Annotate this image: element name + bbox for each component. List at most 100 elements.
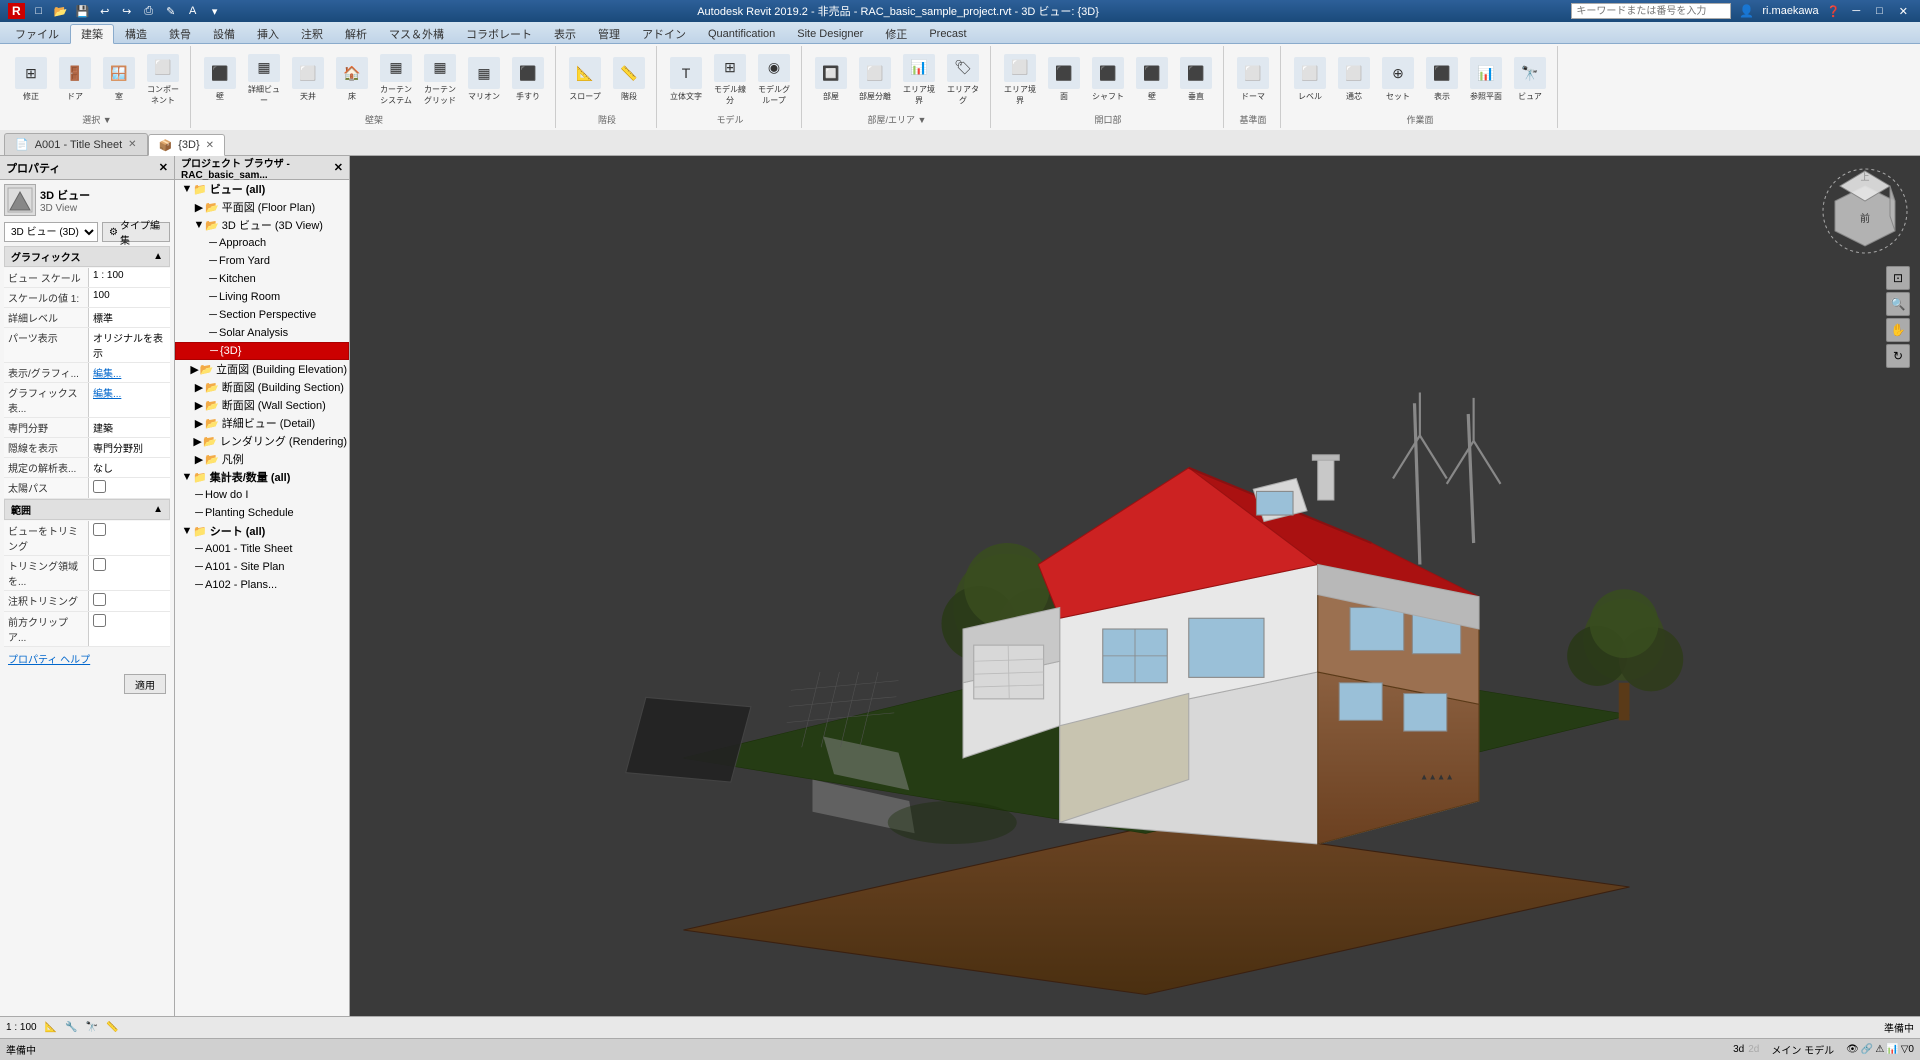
apply-btn[interactable]: 適用	[124, 674, 166, 694]
graphics-category[interactable]: グラフィックス ▲	[4, 246, 170, 267]
tab-解析[interactable]: 解析	[334, 23, 378, 43]
tab-挿入[interactable]: 挿入	[246, 23, 290, 43]
tree-a101[interactable]: ─ A101 - Site Plan	[175, 558, 349, 576]
tab-Precast[interactable]: Precast	[918, 23, 977, 43]
ribbon-btn-床[interactable]: 🏠床	[331, 51, 373, 109]
ribbon-btn-室[interactable]: 🪟室	[98, 51, 140, 109]
maximize-btn[interactable]: □	[1872, 5, 1887, 17]
zoom-to-fit-btn[interactable]: ⊡	[1886, 266, 1910, 290]
tree-wallsection[interactable]: ▶ 📂 断面図 (Wall Section)	[175, 396, 349, 414]
qa-open[interactable]: 📂	[51, 2, 71, 20]
ribbon-btn-壁[interactable]: ⬛壁	[199, 51, 241, 109]
ribbon-btn-セット[interactable]: ⊕セット	[1377, 51, 1419, 109]
ribbon-btn-コンポーネント[interactable]: ⬜コンポーネント	[142, 51, 184, 109]
tree-3dview[interactable]: ▼ 📂 3D ビュー (3D View)	[175, 216, 349, 234]
ribbon-btn-面[interactable]: ⬛面	[1043, 51, 1085, 109]
prop-value[interactable]: 100	[89, 288, 170, 307]
ribbon-btn-部屋[interactable]: 🔲部屋	[810, 51, 852, 109]
qa-measure[interactable]: ✎	[161, 2, 181, 20]
tab-設備[interactable]: 設備	[202, 23, 246, 43]
tab-ファイル[interactable]: ファイル	[4, 23, 70, 43]
tree-views-root[interactable]: ▼ 📁 ビュー (all)	[175, 180, 349, 198]
qa-redo[interactable]: ↪	[117, 2, 137, 20]
tree-buildingsection[interactable]: ▶ 📂 断面図 (Building Section)	[175, 378, 349, 396]
ribbon-btn-モデル線分[interactable]: ⊞モデル線分	[709, 51, 751, 109]
help-btn[interactable]: ❓	[1827, 5, 1841, 18]
prop-value[interactable]: オリジナルを表示	[89, 328, 170, 362]
range-category[interactable]: 範囲 ▲	[4, 499, 170, 520]
qa-dropdown[interactable]: ▾	[205, 2, 225, 20]
ribbon-btn-詳細ビュー[interactable]: ▦詳細ビュー	[243, 51, 285, 109]
tab-マス＆外構[interactable]: マス＆外構	[378, 23, 455, 43]
ribbon-btn-エリア境界[interactable]: ⬜エリア境界	[999, 51, 1041, 109]
ribbon-btn-表示[interactable]: ⬛表示	[1421, 51, 1463, 109]
properties-close-btn[interactable]: ✕	[159, 161, 168, 174]
zoom-in-btn[interactable]: 🔍	[1886, 292, 1910, 316]
tab-コラボレート[interactable]: コラボレート	[455, 23, 543, 43]
ribbon-btn-天井[interactable]: ⬜天井	[287, 51, 329, 109]
prop-value[interactable]	[89, 521, 170, 555]
tree-buildingelevation[interactable]: ▶ 📂 立面図 (Building Elevation)	[175, 360, 349, 378]
trim-region-checkbox[interactable]	[93, 558, 106, 571]
prop-value[interactable]	[89, 478, 170, 498]
ribbon-btn-垂直[interactable]: ⬛垂直	[1175, 51, 1217, 109]
ribbon-btn-修正[interactable]: ⊞修正	[10, 51, 52, 109]
ribbon-btn-壁[interactable]: ⬛壁	[1131, 51, 1173, 109]
prop-value[interactable]: 専門分野別	[89, 438, 170, 457]
ribbon-btn-ビュア[interactable]: 🔭ビュア	[1509, 51, 1551, 109]
project-browser-close[interactable]: ✕	[334, 161, 343, 174]
ribbon-btn-通芯[interactable]: ⬜通芯	[1333, 51, 1375, 109]
tab-注釈[interactable]: 注釈	[290, 23, 334, 43]
tree-fromyard[interactable]: ─ From Yard	[175, 252, 349, 270]
view-select[interactable]: 3D ビュー (3D)	[4, 222, 98, 242]
search-input[interactable]	[1571, 3, 1731, 19]
tab-アドイン[interactable]: アドイン	[631, 23, 697, 43]
ribbon-btn-ドア[interactable]: 🚪ドア	[54, 51, 96, 109]
qa-undo[interactable]: ↩	[95, 2, 115, 20]
tree-a001[interactable]: ─ A001 - Title Sheet	[175, 540, 349, 558]
pan-btn[interactable]: ✋	[1886, 318, 1910, 342]
prop-value[interactable]	[89, 591, 170, 611]
qa-new[interactable]: □	[29, 2, 49, 20]
ribbon-btn-マリオン[interactable]: ▦マリオン	[463, 51, 505, 109]
tab-Site Designer[interactable]: Site Designer	[786, 23, 874, 43]
prop-value[interactable]	[89, 556, 170, 590]
tree-approach[interactable]: ─ Approach	[175, 234, 349, 252]
ribbon-btn-部屋分離[interactable]: ⬜部屋分離	[854, 51, 896, 109]
tree-a102[interactable]: ─ A102 - Plans...	[175, 576, 349, 594]
ribbon-btn-スロープ[interactable]: 📐スロープ	[564, 51, 606, 109]
tree-sectionperspective[interactable]: ─ Section Perspective	[175, 306, 349, 324]
ribbon-btn-手すり[interactable]: ⬛手すり	[507, 51, 549, 109]
annotation-trim-checkbox[interactable]	[93, 593, 106, 606]
front-clip-checkbox[interactable]	[93, 614, 106, 627]
tree-detail[interactable]: ▶ 📂 詳細ビュー (Detail)	[175, 414, 349, 432]
tree-sheets-root[interactable]: ▼ 📁 シート (all)	[175, 522, 349, 540]
prop-value-link[interactable]: 編集...	[89, 363, 170, 382]
ribbon-btn-モデルグループ[interactable]: ◉モデルグループ	[753, 51, 795, 109]
tab-表示[interactable]: 表示	[543, 23, 587, 43]
viewport[interactable]: ▲▲▲▲ 前 上 ⊡ 🔍 ✋ ↻	[350, 156, 1920, 1016]
tree-livingroom[interactable]: ─ Living Room	[175, 288, 349, 306]
prop-value[interactable]: 建築	[89, 418, 170, 437]
tree-solaranalysis[interactable]: ─ Solar Analysis	[175, 324, 349, 342]
tab-Quantification[interactable]: Quantification	[697, 23, 786, 43]
prop-value[interactable]	[89, 612, 170, 646]
doc-tab-{3D}[interactable]: 📦{3D}✕	[148, 134, 226, 156]
orbit-btn[interactable]: ↻	[1886, 344, 1910, 368]
ribbon-btn-階段[interactable]: 📏階段	[608, 51, 650, 109]
tab-建築[interactable]: 建築	[70, 24, 114, 44]
close-btn[interactable]: ✕	[1895, 5, 1912, 18]
sun-path-checkbox[interactable]	[93, 480, 106, 493]
ribbon-btn-カーテンシステム[interactable]: ▦カーテンシステム	[375, 51, 417, 109]
prop-value[interactable]: なし	[89, 458, 170, 477]
tab-修正[interactable]: 修正	[874, 23, 918, 43]
tree-3d-current[interactable]: ─ {3D}	[175, 342, 349, 360]
tree-planting[interactable]: ─ Planting Schedule	[175, 504, 349, 522]
ribbon-btn-エリア境界[interactable]: 📊エリア境界	[898, 51, 940, 109]
tab-管理[interactable]: 管理	[587, 23, 631, 43]
ribbon-btn-エリアタグ[interactable]: 🏷エリアタグ	[942, 51, 984, 109]
view-trim-checkbox[interactable]	[93, 523, 106, 536]
tab-構造[interactable]: 構造	[114, 23, 158, 43]
qa-extra[interactable]: A	[183, 2, 203, 20]
tree-howdoi[interactable]: ─ How do I	[175, 486, 349, 504]
